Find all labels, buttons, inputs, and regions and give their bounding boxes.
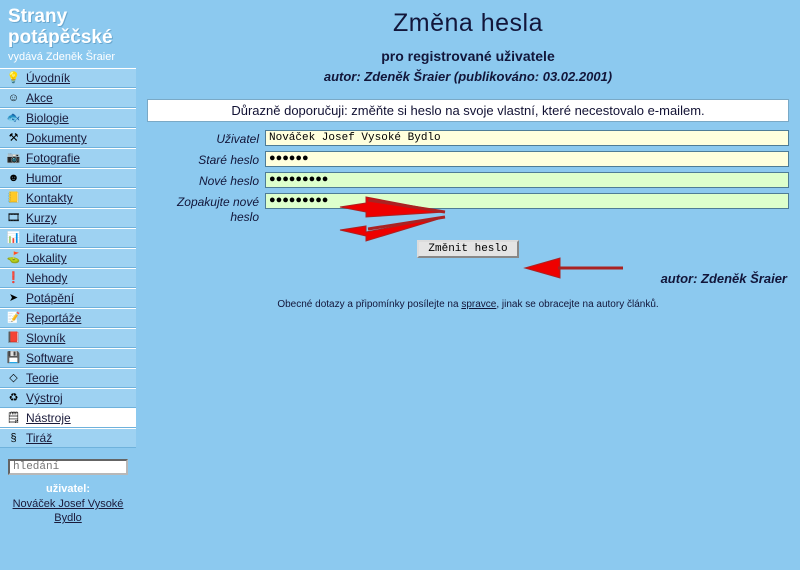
footnote: Obecné dotazy a připomínky posílejte na … — [136, 286, 800, 310]
sidebar-item-slovnik[interactable]: 📕 Slovník — [0, 328, 136, 348]
sidebar-item-nastroje[interactable]: 🗒 Nástroje — [0, 408, 136, 428]
sidebar-item-potapeni[interactable]: ➤ Potápění — [0, 288, 136, 308]
sidebar-item-label: Akce — [26, 91, 53, 105]
dictionary-icon: 📕 — [6, 331, 21, 344]
lightbulb-icon: 💡 — [6, 71, 21, 84]
sidebar-item-label: Literatura — [26, 231, 77, 245]
camera-icon: 📷 — [6, 151, 21, 164]
sidebar-item-kurzy[interactable]: 🎞 Kurzy — [0, 208, 136, 228]
sidebar-item-label: Dokumenty — [26, 131, 87, 145]
sidebar-item-label: Reportáže — [26, 311, 82, 325]
sidebar-item-literatura[interactable]: 📊 Literatura — [0, 228, 136, 248]
paragraph-icon: § — [10, 431, 17, 444]
sidebar-item-uvodnik[interactable]: 💡 Úvodník — [0, 68, 136, 88]
sidebar-item-label: Nehody — [26, 271, 68, 285]
page-subtitle: pro registrované uživatele — [381, 48, 555, 64]
sidebar-item-teorie[interactable]: ◇ Teorie — [0, 368, 136, 388]
form-field-label: Uživatel — [216, 132, 259, 146]
password-change-form: Uživatel Staré heslo Nové heslo Zopakujte n… — [147, 130, 789, 225]
floppy-icon: 💾 — [6, 351, 21, 364]
fish-icon: 🐟 — [6, 111, 21, 124]
sidebar-item-label: Teorie — [26, 371, 59, 385]
page-title: Změna hesla — [392, 9, 544, 37]
stamp-icon: ⚒ — [8, 131, 19, 144]
submit-row: Změnit heslo — [136, 229, 800, 258]
footnote-text-before: Obecné dotazy a připomínky posílejte na — [277, 299, 462, 310]
sidebar-item-label: Kurzy — [26, 211, 57, 225]
sidebar-item-label: Slovník — [26, 331, 66, 345]
sidebar-item-nehody[interactable]: ❗ Nehody — [0, 268, 136, 288]
tanks-icon: ♻ — [8, 391, 19, 404]
footnote-admin-link[interactable]: spravce — [461, 299, 496, 310]
search-container — [0, 448, 136, 475]
book-icon: ◇ — [9, 371, 18, 384]
addressbook-icon: 📒 — [6, 191, 21, 204]
form-row: Zopakujte nové heslo — [147, 193, 789, 225]
brand-line-2: potápěčské — [8, 27, 113, 48]
tools-icon: 🗒 — [6, 411, 21, 424]
clown-icon: ☻ — [7, 171, 20, 184]
sidebar-item-label: Software — [26, 351, 74, 365]
field-zopakujte-nove-heslo[interactable] — [265, 193, 789, 209]
sidebar-item-lokality[interactable]: ⛳ Lokality — [0, 248, 136, 268]
sidebar-item-label: Lokality — [26, 251, 67, 265]
books-icon: 📊 — [6, 231, 21, 244]
sidebar-item-vystroj[interactable]: ♻ Výstroj — [0, 388, 136, 408]
notice-banner: Důrazně doporučuji: změňte si heslo na s… — [147, 99, 789, 122]
sidebar-item-label: Výstroj — [26, 391, 63, 405]
field-stare-heslo[interactable] — [265, 151, 789, 167]
sidebar-item-label: Humor — [26, 171, 63, 185]
brand-subtitle: vydává Zdeněk Šraier — [8, 51, 115, 63]
sidebar-item-fotografie[interactable]: 📷 Fotografie — [0, 148, 136, 168]
sidebar-item-label: Fotografie — [26, 151, 81, 165]
brand-line-1: Strany — [8, 6, 68, 27]
sidebar-item-dokumenty[interactable]: ⚒ Dokumenty — [0, 128, 136, 148]
sidebar-item-label: Potápění — [26, 291, 75, 305]
field-uzivatel[interactable] — [265, 130, 789, 146]
sidebar-item-kontakty[interactable]: 📒 Kontakty — [0, 188, 136, 208]
form-row: Uživatel — [147, 130, 789, 147]
form-field-label: Nové heslo — [198, 174, 259, 188]
search-input[interactable] — [8, 459, 128, 475]
user-info-label: uživatel: — [45, 483, 90, 495]
sidebar-nav: 💡 Úvodník ☺ Akce 🐟 Biologie ⚒ Dokumenty 📷 Fotogra… — [0, 68, 136, 448]
form-field-label: Zopakujte nové heslo — [176, 195, 259, 224]
sidebar-item-label: Nástroje — [26, 411, 71, 425]
sidebar-item-label: Tiráž — [26, 431, 53, 445]
user-info: uživatel: Nováček Josef Vysoké Bydlo — [0, 475, 136, 525]
sidebar-item-label: Biologie — [26, 111, 69, 125]
sidebar-item-humor[interactable]: ☻ Humor — [0, 168, 136, 188]
sidebar: Strany potápěčské vydává Zdeněk Šraier 💡… — [0, 0, 136, 570]
sidebar-item-label: Úvodník — [26, 71, 71, 85]
notepad-icon: 📝 — [6, 311, 21, 324]
exclamation-icon: ❗ — [6, 271, 21, 284]
sidebar-item-akce[interactable]: ☺ Akce — [0, 88, 136, 108]
site-brand: Strany potápěčské — [0, 0, 136, 48]
sidebar-item-software[interactable]: 💾 Software — [0, 348, 136, 368]
projector-icon: 🎞 — [6, 211, 21, 224]
user-info-name[interactable]: Nováček Josef Vysoké Bydlo — [6, 497, 130, 525]
sidebar-item-label: Kontakty — [26, 191, 73, 205]
footnote-text-after: , jinak se obracejte na autory článků. — [496, 299, 659, 310]
change-password-button[interactable]: Změnit heslo — [417, 240, 519, 258]
main-content: Změna hesla pro registrované uživatele a… — [136, 0, 800, 570]
form-field-label: Staré heslo — [198, 153, 259, 167]
form-row: Staré heslo — [147, 151, 789, 168]
article-byline: autor: Zdeněk Šraier — [660, 271, 787, 286]
sidebar-item-biologie[interactable]: 🐟 Biologie — [0, 108, 136, 128]
form-row: Nové heslo — [147, 172, 789, 189]
sidebar-item-reportaze[interactable]: 📝 Reportáže — [0, 308, 136, 328]
smiley-icon: ☺ — [7, 91, 20, 104]
page-author-published: autor: Zdeněk Šraier (publikováno: 03.02… — [323, 69, 613, 84]
sidebar-item-tiraz[interactable]: § Tiráž — [0, 428, 136, 448]
diveflag-icon: ⛳ — [6, 251, 21, 264]
diver-icon: ➤ — [8, 291, 19, 304]
field-nove-heslo[interactable] — [265, 172, 789, 188]
